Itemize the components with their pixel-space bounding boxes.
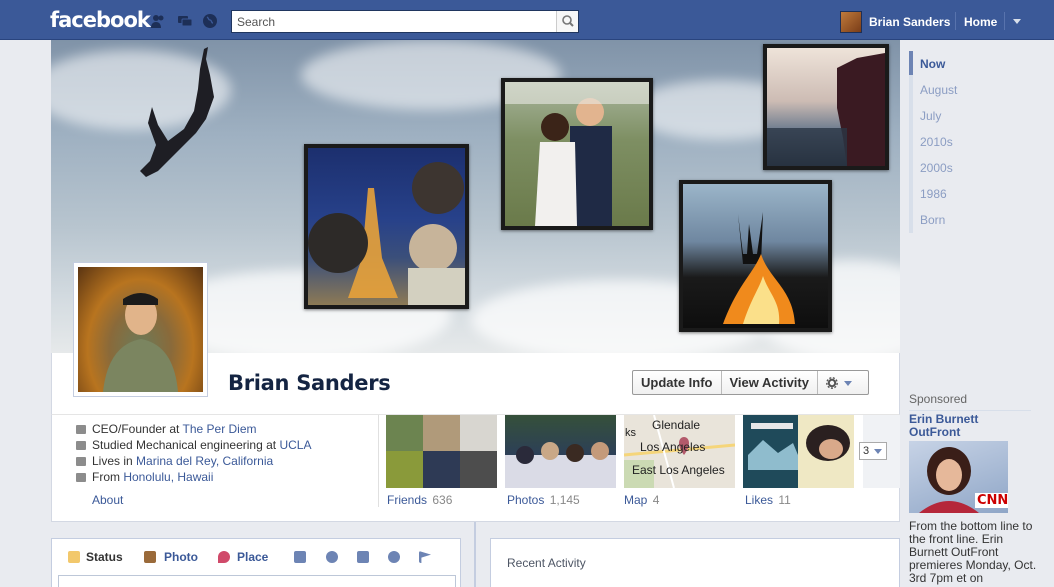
gear-icon	[826, 377, 838, 389]
top-navigation-bar: facebook Brian Sanders Home	[0, 0, 1054, 40]
profile-picture[interactable]	[73, 262, 208, 397]
friends-tile[interactable]	[386, 415, 497, 488]
current-city-link[interactable]: Marina del Rey, California	[136, 454, 273, 468]
more-apps-dropdown[interactable]: 3	[859, 442, 887, 460]
recent-activity-title: Recent Activity	[507, 556, 586, 570]
map-label-east-los-angeles: East Los Angeles	[632, 463, 725, 477]
info-divider	[378, 415, 379, 507]
ad-title-link[interactable]: Erin Burnett OutFront	[909, 413, 1029, 439]
house-icon	[76, 457, 86, 466]
ad-body-text: From the bottom line to the front line. …	[909, 519, 1037, 585]
school-link[interactable]: UCLA	[279, 438, 311, 452]
chevron-down-icon	[843, 381, 852, 386]
cover-collage-photo-bonfire	[679, 180, 832, 332]
photo-tab[interactable]: Photo	[164, 550, 198, 564]
notifications-globe-icon[interactable]	[202, 13, 218, 29]
status-tab[interactable]: Status	[86, 550, 123, 564]
timeline-nav-august[interactable]: August	[920, 83, 957, 97]
map-label-los-angeles: Los Angeles	[640, 440, 706, 454]
work-row: CEO/Founder at The Per Diem	[76, 421, 311, 437]
map-tile[interactable]: Glendale Los Angeles East Los Angeles ks	[624, 415, 735, 488]
milestone-flag-icon[interactable]	[419, 551, 431, 563]
heart-icon[interactable]	[326, 551, 338, 563]
magnifier-icon	[562, 15, 574, 27]
search-input[interactable]	[232, 11, 552, 32]
settings-dropdown-button[interactable]	[818, 371, 868, 394]
place-tab[interactable]: Place	[237, 550, 268, 564]
map-label-glendale: Glendale	[652, 418, 701, 432]
status-composer: Status Photo Place	[51, 538, 461, 587]
update-info-button[interactable]: Update Info	[633, 371, 722, 394]
friend-requests-icon[interactable]	[150, 13, 166, 29]
ad-image[interactable]: CNN	[909, 441, 1008, 513]
hometown-link[interactable]: Honolulu, Hawaii	[123, 470, 213, 484]
about-link[interactable]: About	[92, 493, 123, 507]
likes-tile-label[interactable]: Likes 11	[745, 493, 791, 507]
timeline-nav-2000s[interactable]: 2000s	[920, 161, 953, 175]
education-row: Studied Mechanical engineering at UCLA	[76, 437, 311, 453]
friends-tile-label[interactable]: Friends 636	[387, 493, 452, 507]
timeline-nav-now[interactable]: Now	[920, 57, 945, 71]
profile-actions: Update Info View Activity	[632, 370, 869, 395]
home-link[interactable]: Home	[964, 15, 997, 29]
account-menu-arrow-icon[interactable]	[1013, 19, 1021, 24]
profile-info-strip: CEO/Founder at The Per Diem Studied Mech…	[51, 414, 900, 522]
briefcase-icon[interactable]	[294, 551, 306, 563]
timeline-nav-active-indicator	[909, 51, 913, 75]
timeline-nav-track	[909, 51, 913, 233]
user-avatar-thumbnail[interactable]	[840, 11, 862, 33]
timeline-nav-2010s[interactable]: 2010s	[920, 135, 953, 149]
facebook-logo[interactable]: facebook	[50, 8, 151, 32]
cnn-logo: CNN	[975, 493, 1008, 508]
topbar-divider	[955, 12, 956, 30]
user-name-link[interactable]: Brian Sanders	[869, 15, 950, 29]
place-pin-icon	[218, 551, 230, 563]
graduation-cap-icon	[76, 441, 86, 450]
search-box	[231, 10, 579, 33]
status-icon	[68, 551, 80, 563]
hometown-icon	[76, 473, 86, 482]
view-activity-button[interactable]: View Activity	[722, 371, 818, 394]
about-summary: CEO/Founder at The Per Diem Studied Mech…	[76, 421, 311, 485]
recent-activity-box: Recent Activity	[490, 538, 900, 587]
messages-icon[interactable]	[177, 13, 193, 29]
timeline-nav-1986[interactable]: 1986	[920, 187, 947, 201]
cover-collage-photo-eiffel	[304, 144, 469, 309]
cover-collage-photo-cliff	[763, 44, 889, 170]
topbar-divider	[1004, 12, 1005, 30]
timeline-nav-july[interactable]: July	[920, 109, 941, 123]
timeline-spine	[474, 522, 476, 587]
map-tile-label[interactable]: Map 4	[624, 493, 659, 507]
map-label-edge: ks	[625, 427, 636, 439]
photos-tile[interactable]	[505, 415, 616, 488]
status-input[interactable]	[58, 575, 456, 587]
likes-tile[interactable]	[743, 415, 854, 488]
sponsored-heading: Sponsored	[909, 392, 968, 406]
cliff-diver-silhouette	[140, 47, 214, 177]
house-icon[interactable]	[357, 551, 369, 563]
search-button[interactable]	[556, 11, 578, 32]
sponsored-divider	[909, 410, 1031, 411]
chevron-down-icon	[874, 449, 882, 454]
profile-name: Brian Sanders	[228, 371, 391, 395]
timeline-nav-born[interactable]: Born	[920, 213, 945, 227]
health-icon[interactable]	[388, 551, 400, 563]
current-city-row: Lives in Marina del Rey, California	[76, 453, 311, 469]
hometown-row: From Honolulu, Hawaii	[76, 469, 311, 485]
cover-collage-photo-couple	[501, 78, 653, 230]
photos-tile-label[interactable]: Photos 1,145	[507, 493, 580, 507]
briefcase-icon	[76, 425, 86, 434]
photo-icon	[144, 551, 156, 563]
work-link[interactable]: The Per Diem	[183, 422, 257, 436]
